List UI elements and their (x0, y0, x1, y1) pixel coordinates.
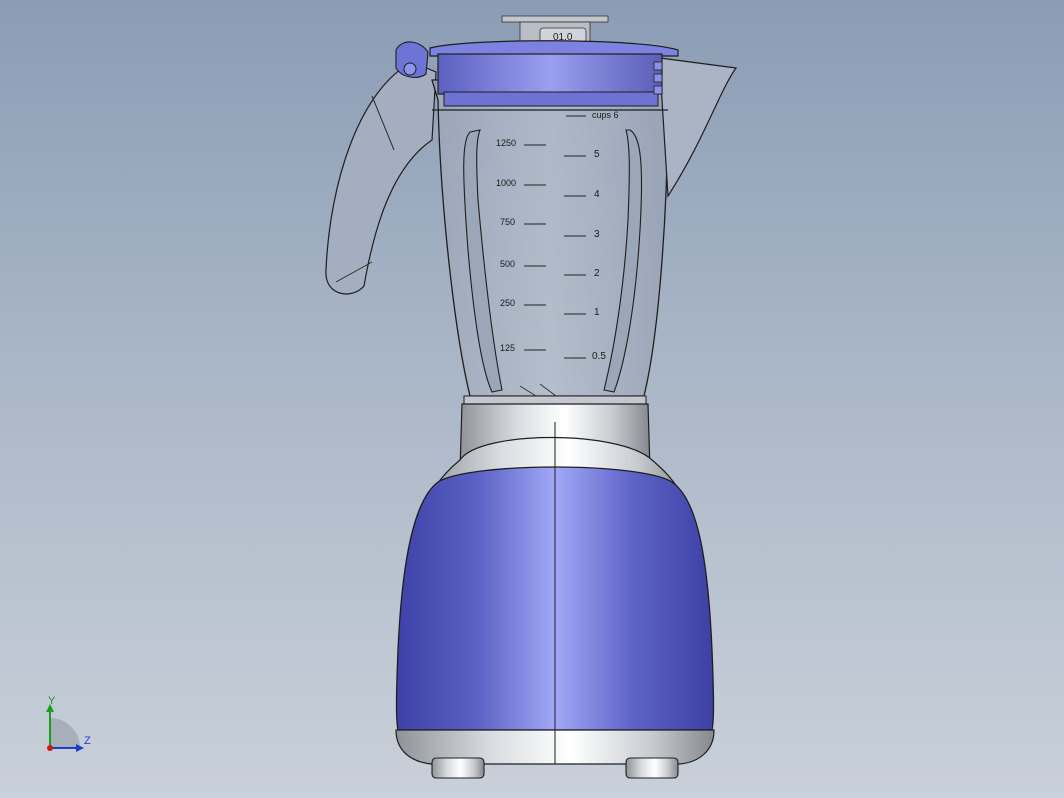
svg-text:125: 125 (500, 343, 515, 353)
axis-z-label: Z (84, 735, 91, 747)
axis-y-label: Y (48, 696, 56, 707)
svg-text:250: 250 (500, 298, 515, 308)
svg-text:2: 2 (594, 268, 600, 279)
foot-right (625, 757, 679, 779)
svg-text:0.5: 0.5 (592, 351, 606, 362)
jar-spout (659, 57, 738, 198)
cups-label: cups 6 (592, 110, 619, 120)
svg-text:5: 5 (594, 149, 600, 160)
svg-text:4: 4 (594, 189, 600, 200)
svg-text:1000: 1000 (496, 178, 516, 188)
svg-text:500: 500 (500, 259, 515, 269)
svg-text:1250: 1250 (496, 138, 516, 148)
graphics-viewport[interactable]: 01.0 cups 6 1250 1000 750 500 250 125 5 … (0, 0, 1064, 798)
jar-handle (325, 61, 437, 295)
blender-model[interactable]: 01.0 cups 6 1250 1000 750 500 250 125 5 … (0, 0, 1064, 798)
foot-left (431, 757, 485, 779)
svg-text:3: 3 (594, 229, 600, 240)
orientation-triad: Y Z (46, 696, 91, 752)
svg-text:750: 750 (500, 217, 515, 227)
svg-text:1: 1 (594, 307, 600, 318)
